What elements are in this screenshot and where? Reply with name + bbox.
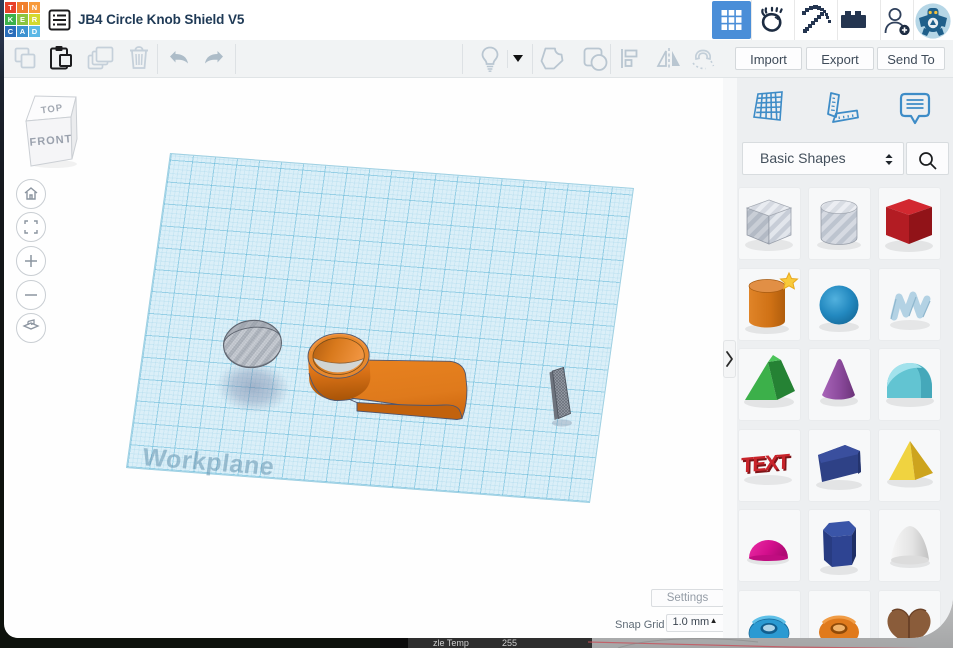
svg-text:TEXT: TEXT	[741, 450, 790, 477]
